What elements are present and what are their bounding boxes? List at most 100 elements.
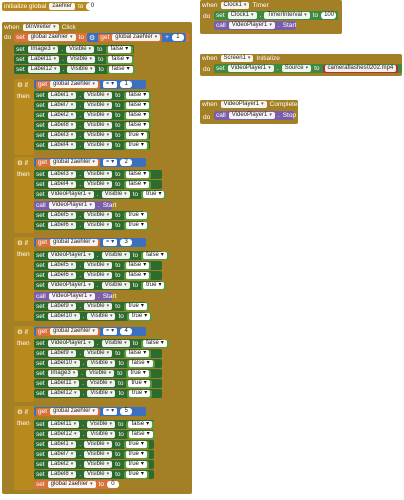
boolean-value[interactable]: false ▾ — [128, 421, 153, 428]
set-visible-block[interactable]: set Label7 ▾. Visible ▾ to false ▾ — [34, 101, 152, 110]
property-chip[interactable]: Visible ▾ — [84, 222, 113, 229]
boolean-block[interactable]: true ▾ — [141, 281, 167, 290]
boolean-value[interactable]: true ▾ — [125, 451, 147, 458]
completed-header[interactable]: when VideoPlayer1 ▾ Completed — [200, 100, 301, 109]
boolean-value[interactable]: false ▾ — [108, 66, 133, 73]
screen-component[interactable]: Screen1 ▾ — [220, 55, 254, 62]
boolean-block[interactable]: true ▾ — [123, 440, 149, 449]
set-visible-block[interactable]: set Label9 ▾. Visible ▾ to false ▾ — [34, 349, 162, 358]
if-block[interactable]: ⚙ if then — [14, 157, 34, 233]
boolean-block[interactable]: false ▾ — [123, 91, 152, 100]
component-chip[interactable]: Label5 ▾ — [47, 262, 77, 269]
boolean-block[interactable]: true ▾ — [126, 379, 152, 388]
get-block[interactable]: get global zaehler ▾ — [36, 407, 100, 416]
get-var-chip[interactable]: global zaehler ▾ — [50, 328, 98, 335]
boolean-block[interactable]: true ▾ — [123, 141, 149, 150]
compare-block[interactable]: get global zaehler ▾ = ▾ 2 — [34, 158, 146, 167]
set-visible-block[interactable]: set Label6 ▾. Visible ▾ to true ▾ — [34, 221, 149, 230]
property-chip[interactable]: Visible ▾ — [86, 380, 116, 387]
boolean-value[interactable]: true ▾ — [128, 313, 151, 320]
completed-component[interactable]: VideoPlayer1 ▾ — [220, 101, 267, 108]
boolean-value[interactable]: true ▾ — [125, 461, 147, 468]
boolean-block[interactable]: false ▾ — [106, 65, 135, 74]
property-chip[interactable]: Visible ▾ — [87, 313, 116, 320]
boolean-block[interactable]: false ▾ — [126, 430, 155, 439]
boolean-block[interactable]: false ▾ — [106, 55, 135, 64]
gear-icon[interactable]: ⚙ — [89, 34, 95, 42]
set-visible-block[interactable]: set Label4 ▾. Visible ▾ to false ▾ — [34, 180, 162, 189]
boolean-value[interactable]: true ▾ — [125, 303, 147, 310]
set-visible-block[interactable]: set Image3 ▾. Visible ▾ to true ▾ — [34, 369, 162, 378]
click-component[interactable]: btnWeiter ▾ — [22, 24, 59, 31]
component-chip[interactable]: VideoPlayer1 ▾ — [48, 202, 95, 209]
boolean-block[interactable]: false ▾ — [123, 349, 152, 358]
boolean-block[interactable]: false ▾ — [123, 271, 152, 280]
component-chip[interactable]: Label6 ▾ — [47, 222, 77, 229]
boolean-block[interactable]: true ▾ — [123, 211, 149, 220]
boolean-block[interactable]: false ▾ — [123, 180, 152, 189]
component-chip[interactable]: Label1 ▾ — [47, 441, 77, 448]
property-chip[interactable]: Visible ▾ — [101, 191, 130, 198]
component-chip[interactable]: Label2 ▾ — [47, 461, 77, 468]
component-chip[interactable]: Label10 ▾ — [47, 313, 80, 320]
set-source[interactable]: set VideoPlayer1 ▾ . Source ▾ to camerafla… — [214, 64, 402, 73]
boolean-block[interactable]: true ▾ — [123, 221, 149, 230]
compare-block[interactable]: get global zaehler ▾ = ▾ 5 — [34, 407, 146, 416]
boolean-block[interactable]: false ▾ — [123, 121, 152, 130]
set-visible-block[interactable]: set VideoPlayer1 ▾. Visible ▾ to false ▾ — [34, 339, 169, 348]
boolean-value[interactable]: false ▾ — [125, 262, 150, 269]
set-visible-block[interactable]: set Label2 ▾. Visible ▾ to true ▾ — [34, 460, 154, 469]
component-chip[interactable]: Label2 ▾ — [47, 112, 77, 119]
set-visible-block[interactable]: set Label7 ▾. Visible ▾ to true ▾ — [34, 450, 154, 459]
property-chip[interactable]: Visible ▾ — [84, 471, 113, 478]
property-chip[interactable]: Visible ▾ — [84, 122, 113, 129]
compare-value[interactable]: 1 — [120, 81, 133, 88]
compare-block[interactable]: get global zaehler ▾ = ▾ 4 — [34, 327, 146, 336]
add-amount[interactable]: 1 — [171, 34, 184, 41]
property-chip[interactable]: Visible ▾ — [84, 441, 113, 448]
component-chip[interactable]: Label7 ▾ — [47, 102, 77, 109]
equals-op[interactable]: = ▾ — [102, 159, 118, 166]
component-chip[interactable]: Label4 ▾ — [47, 181, 77, 188]
boolean-value[interactable]: false ▾ — [125, 350, 150, 357]
property-chip[interactable]: Visible ▾ — [84, 171, 113, 178]
boolean-block[interactable]: true ▾ — [126, 312, 153, 321]
property-chip[interactable]: Visible ▾ — [84, 350, 113, 357]
set-visible-block[interactable]: set Label8 ▾. Visible ▾ to false ▾ — [34, 121, 152, 130]
set-visible-block[interactable]: set Label1 ▾. Visible ▾ to true ▾ — [34, 440, 154, 449]
init-global-block[interactable]: initialize global zaehler to 0 — [2, 2, 99, 11]
property-chip[interactable]: Visible ▾ — [86, 421, 116, 428]
init-value[interactable]: 0 — [86, 3, 99, 10]
component-chip[interactable]: Image3 ▾ — [27, 46, 59, 53]
component-chip[interactable]: Label9 ▾ — [47, 350, 77, 357]
reset-value[interactable]: 0 — [106, 481, 119, 488]
set-visible-block[interactable]: set Label12 ▾. Visible ▾ to false ▾ — [34, 430, 155, 439]
timer-component[interactable]: Clock1 ▾ — [220, 2, 250, 9]
boolean-value[interactable]: false ▾ — [125, 122, 150, 129]
property-chip[interactable]: Visible ▾ — [101, 282, 130, 289]
set-visible-block[interactable]: set Label4 ▾. Visible ▾ to true ▾ — [34, 141, 150, 150]
boolean-block[interactable]: false ▾ — [123, 261, 152, 270]
equals-op[interactable]: = ▾ — [102, 328, 118, 335]
property-chip[interactable]: Visible ▾ — [101, 252, 130, 259]
property-chip[interactable]: Visible ▾ — [87, 360, 116, 367]
reset-global-zaehler[interactable]: set global zaehler ▾ to 0 — [34, 480, 119, 489]
boolean-value[interactable]: false ▾ — [125, 181, 150, 188]
var-chip[interactable]: global zaehler ▾ — [27, 34, 76, 41]
get-block[interactable]: get global zaehler ▾ — [36, 158, 100, 167]
property-chip[interactable]: Visible ▾ — [101, 340, 130, 347]
call-start-block[interactable]: call VideoPlayer1 ▾. Start — [34, 292, 116, 301]
add-block[interactable]: ⚙ get global zaehler ▾ + 1 — [86, 33, 186, 42]
component-chip[interactable]: Label11 ▾ — [47, 421, 80, 428]
boolean-value[interactable]: false ▾ — [143, 252, 167, 259]
equals-op[interactable]: = ▾ — [102, 81, 118, 88]
screen-header[interactable]: when Screen1 ▾ Initialize — [200, 54, 290, 63]
boolean-value[interactable]: true ▾ — [125, 471, 147, 478]
set-visible-block[interactable]: set Label11 ▾. Visible ▾ to false ▾ — [34, 420, 155, 429]
boolean-value[interactable]: true ▾ — [125, 212, 147, 219]
boolean-block[interactable]: false ▾ — [123, 101, 152, 110]
call-start-block[interactable]: call VideoPlayer1 ▾. Start — [34, 201, 116, 210]
compare-value[interactable]: 2 — [120, 159, 133, 166]
boolean-value[interactable]: true ▾ — [128, 390, 151, 397]
component-chip[interactable]: Label3 ▾ — [47, 132, 77, 139]
